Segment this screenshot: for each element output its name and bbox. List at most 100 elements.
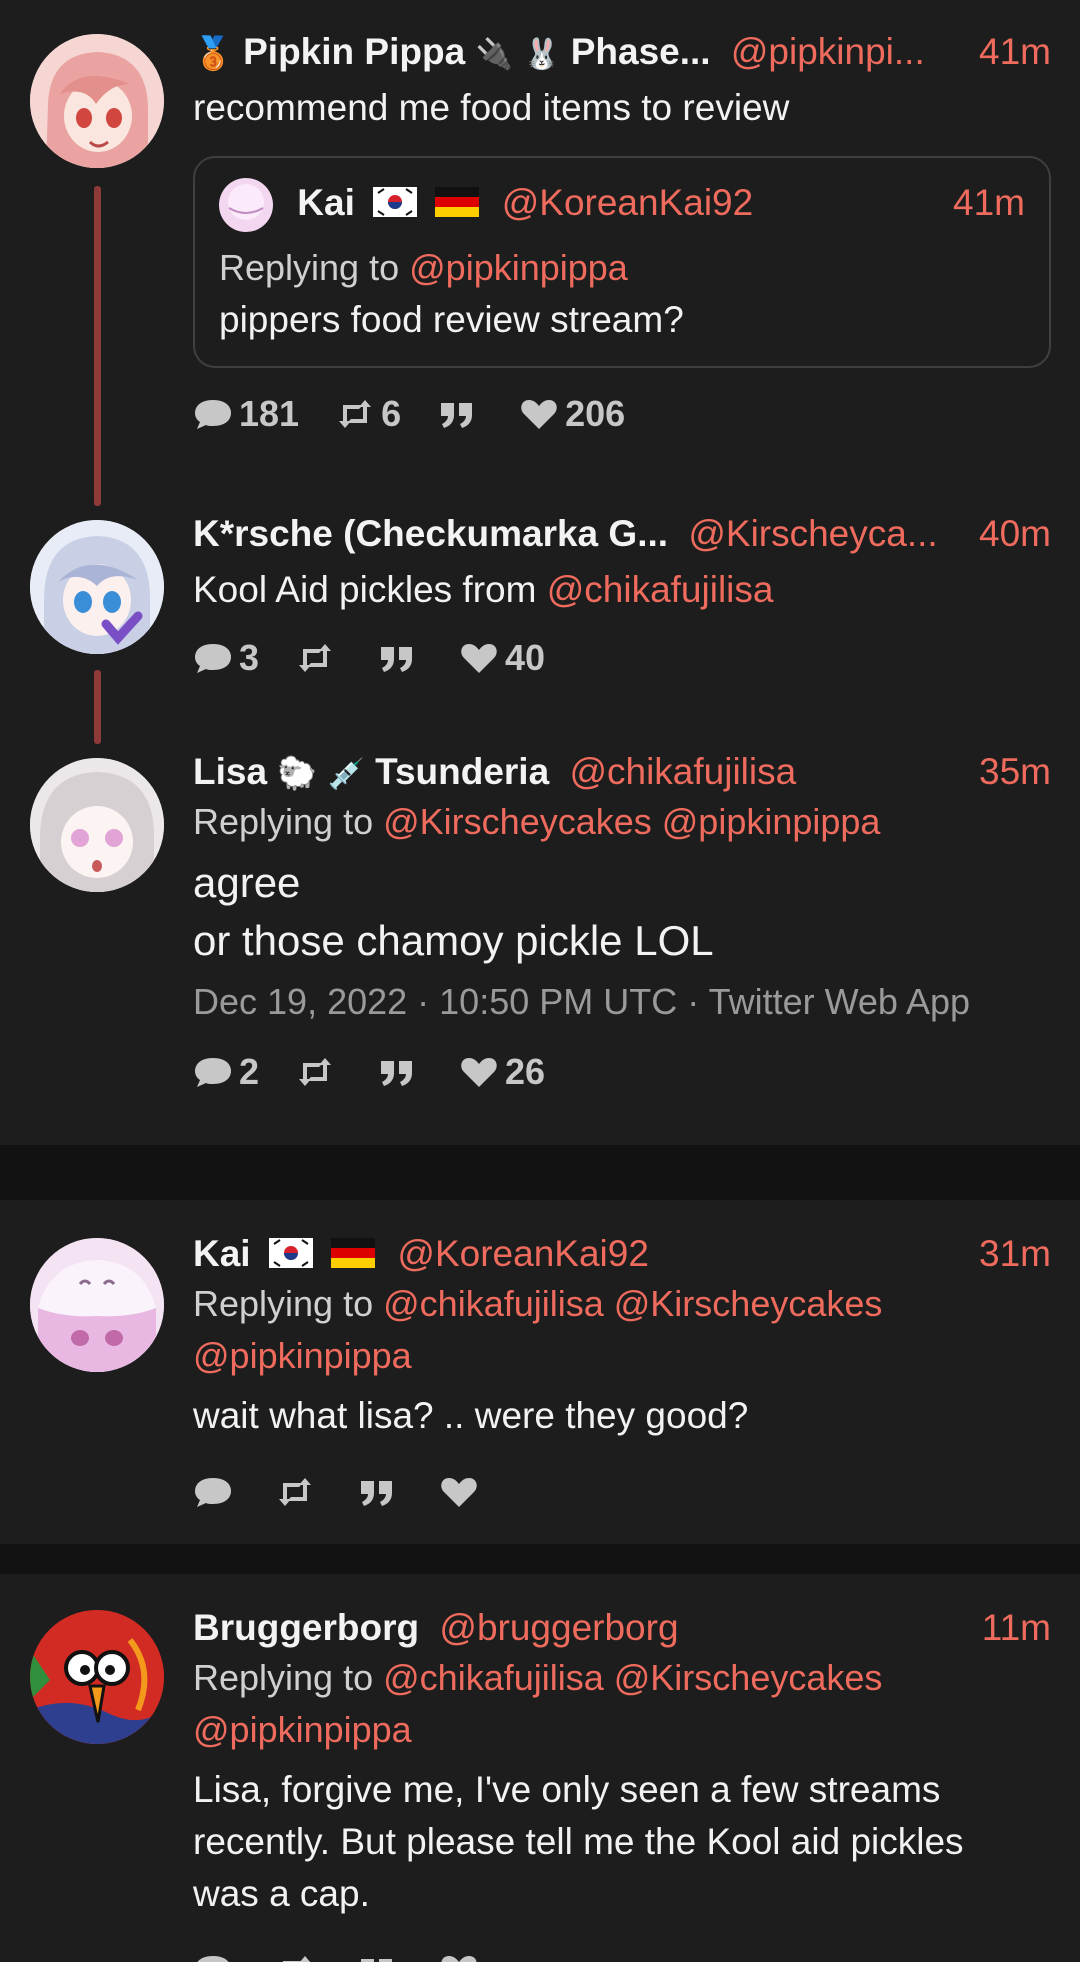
heart-icon [441, 1478, 477, 1507]
medal-icon: 🥉 [193, 35, 233, 71]
rabbit-icon: 🐰 [523, 38, 561, 71]
username[interactable]: @chikafujilisa [569, 751, 796, 792]
reply-count: 2 [239, 1051, 260, 1092]
display-name[interactable]: Lisa [193, 751, 267, 792]
tweet-text-line: agree [193, 859, 301, 906]
quote-icon [441, 403, 473, 428]
quote-icon [361, 1959, 392, 1962]
like-button[interactable]: 26 [459, 1051, 545, 1093]
reply-button[interactable]: 2 [193, 1051, 259, 1093]
mention-link[interactable]: @chikafujilisa @Kirscheycakes [383, 1657, 882, 1698]
section-separator [0, 1145, 1080, 1200]
korea-flag-icon [268, 1232, 313, 1280]
username[interactable]: @KoreanKai92 [397, 1233, 649, 1274]
display-name[interactable]: Kai [297, 182, 355, 223]
mention-link[interactable]: @pipkinpippa [409, 247, 628, 288]
quote-button[interactable] [377, 641, 423, 675]
reply-button[interactable]: 181 [193, 393, 299, 435]
display-name[interactable]: K*rsche (Checkumarka G... [193, 513, 668, 554]
reply-button[interactable] [193, 1475, 239, 1509]
replying-to: Replying to @pipkinpippa [219, 242, 1025, 294]
tweet-time[interactable]: 41m [979, 28, 1051, 76]
quote-button[interactable] [437, 397, 483, 431]
quoted-tweet[interactable]: Kai @KoreanKai92 41m Replying to @pipkin… [193, 156, 1051, 368]
retweet-button[interactable] [295, 1055, 341, 1089]
quote-button[interactable] [377, 1055, 423, 1089]
retweet-button[interactable] [275, 1475, 321, 1509]
replying-to-continued: @pipkinpippa [193, 1704, 1051, 1756]
avatar [219, 178, 273, 233]
tweet-text-line: recently. But please tell me the Kool ai… [193, 1821, 964, 1862]
comment-icon [195, 400, 231, 429]
display-name-suffix[interactable]: Tsunderia [375, 751, 549, 792]
tweet-time[interactable]: 31m [979, 1230, 1051, 1278]
tweet-time[interactable]: 41m [953, 172, 1025, 234]
tweet-header: K*rsche (Checkumarka G... @Kirscheyca...… [193, 510, 1051, 558]
tweet-stats: 2 26 [193, 1048, 1051, 1096]
username[interactable]: @KoreanKai92 [502, 182, 754, 223]
like-button[interactable]: 40 [459, 637, 545, 679]
retweet-icon [299, 644, 332, 672]
avatar[interactable] [30, 520, 164, 654]
tweet-text-line: Lisa, forgive me, I've only seen a few s… [193, 1769, 941, 1810]
tweet-time[interactable]: 11m [982, 1604, 1051, 1652]
tweet-stats [193, 1468, 1051, 1516]
like-button[interactable] [439, 1475, 485, 1509]
replying-to-continued: @pipkinpippa [193, 1330, 1051, 1382]
tweet-header: 🥉 Pipkin Pippa 🔌 🐰 Phase... @pipkinpi...… [193, 28, 1051, 76]
heart-icon [521, 400, 557, 429]
tweet-stats [193, 1946, 1051, 1962]
comment-icon [195, 1478, 231, 1507]
heart-icon [461, 1058, 497, 1087]
comment-icon [195, 1058, 231, 1087]
display-name[interactable]: Pipkin Pippa [243, 31, 465, 72]
replying-label: Replying to [193, 1657, 374, 1698]
reply-button[interactable]: 3 [193, 637, 259, 679]
mention-link[interactable]: @pipkinpippa [193, 1709, 412, 1750]
avatar[interactable] [30, 1238, 164, 1372]
tweet-text-line: or those chamoy pickle LOL [193, 917, 714, 964]
replying-label: Replying to [193, 1283, 374, 1324]
section-separator [0, 1544, 1080, 1574]
mention-link[interactable]: @chikafujilisa [547, 569, 774, 610]
username[interactable]: @bruggerborg [439, 1607, 678, 1648]
korea-flag-icon [373, 174, 418, 236]
display-name-suffix[interactable]: Phase... [571, 31, 711, 72]
germany-flag-icon [331, 1232, 376, 1280]
avatar[interactable] [30, 34, 164, 168]
quote-button[interactable] [357, 1953, 403, 1962]
replying-label: Replying to [193, 801, 374, 842]
like-button[interactable]: 206 [519, 393, 625, 435]
heart-icon [461, 644, 497, 673]
timeline: 🥉 Pipkin Pippa 🔌 🐰 Phase... @pipkinpi...… [0, 0, 1080, 1962]
retweet-button[interactable] [275, 1953, 321, 1962]
quote-icon [381, 1061, 413, 1086]
display-name[interactable]: Bruggerborg [193, 1607, 419, 1648]
mention-link[interactable]: @pipkinpippa [193, 1335, 412, 1376]
mention-link[interactable]: @chikafujilisa @Kirscheycakes [383, 1283, 882, 1324]
tweet-time[interactable]: 40m [979, 510, 1051, 558]
replying-label: Replying to [219, 247, 400, 288]
retweet-count: 6 [381, 393, 402, 434]
retweet-button[interactable] [295, 641, 341, 675]
reply-count: 181 [239, 393, 300, 434]
display-name[interactable]: Kai [193, 1233, 251, 1274]
retweet-icon [279, 1478, 311, 1506]
mention-link[interactable]: @Kirscheycakes @pipkinpippa [383, 801, 880, 842]
tweet-text: recommend me food items to review [193, 87, 790, 128]
avatar[interactable] [30, 1610, 164, 1744]
like-count: 40 [505, 637, 546, 678]
like-button[interactable] [439, 1953, 485, 1962]
replying-to: Replying to @chikafujilisa @Kirscheycake… [193, 1652, 1051, 1704]
quote-icon [361, 1481, 392, 1506]
quote-button[interactable] [357, 1475, 403, 1509]
tweet-time[interactable]: 35m [979, 748, 1051, 796]
retweet-icon [299, 1058, 332, 1086]
tweet-header: Lisa 🐑 💉 Tsunderia @chikafujilisa 35m [193, 748, 1051, 796]
avatar[interactable] [30, 758, 164, 892]
reply-button[interactable] [193, 1953, 239, 1962]
username[interactable]: @pipkinpi... [731, 31, 925, 72]
quote-text: pippers food review stream? [219, 299, 684, 340]
username[interactable]: @Kirscheyca... [688, 513, 937, 554]
retweet-button[interactable]: 6 [335, 393, 401, 435]
